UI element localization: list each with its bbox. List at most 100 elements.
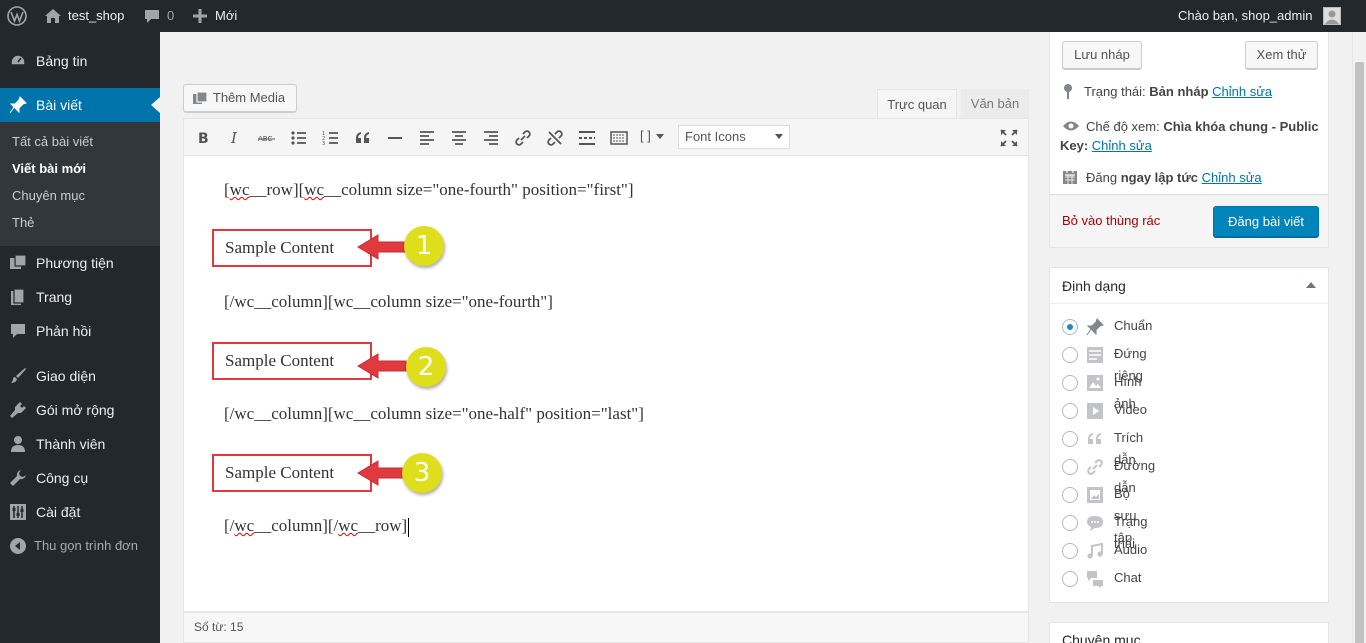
sidebar-item-plugins[interactable]: Gói mở rộng <box>0 393 160 427</box>
horizontal-line-icon[interactable] <box>386 129 404 147</box>
radio-button[interactable] <box>1062 403 1078 419</box>
collapse-toggle-icon[interactable] <box>1306 282 1316 288</box>
sidebar-item-pages[interactable]: Trang <box>0 280 160 314</box>
sample-text: Sample Content <box>225 351 335 370</box>
submenu-item-tags[interactable]: Thẻ <box>12 209 34 236</box>
collapse-arrow-icon <box>10 538 26 554</box>
comments-icon[interactable] <box>144 9 160 24</box>
blockquote-icon[interactable] <box>354 129 372 147</box>
chevron-down-icon <box>656 134 665 139</box>
add-media-icon <box>193 91 208 104</box>
sidebar-item-label: Phản hồi <box>36 323 92 339</box>
sidebar-item-appearance[interactable]: Giao diện <box>0 359 160 393</box>
categories-box-title: Chuyên mục <box>1062 632 1141 643</box>
shortcode-dropdown[interactable]: [ ] <box>640 128 665 143</box>
edit-status-link[interactable]: Chỉnh sửa <box>1212 84 1272 99</box>
toolbar-toggle-icon[interactable] <box>610 129 628 147</box>
remove-link-icon[interactable] <box>546 129 564 147</box>
tab-text[interactable]: Văn bản <box>961 89 1029 119</box>
visibility-value: Chìa khóa chung - Public <box>1163 119 1319 134</box>
read-more-icon[interactable] <box>578 129 596 147</box>
format-option-label: Chat <box>1114 570 1142 585</box>
radio-button[interactable] <box>1062 487 1078 503</box>
font-icons-select[interactable]: Font Icons <box>678 125 790 149</box>
sidebar-item-settings[interactable]: Cài đặt <box>0 495 160 529</box>
settings-sliders-icon <box>10 504 26 520</box>
fullscreen-icon[interactable] <box>1000 129 1018 147</box>
media-icon <box>10 254 27 269</box>
page-scrollbar[interactable] <box>1352 32 1366 643</box>
collapse-menu-button[interactable]: Thu gọn trình đơn <box>0 529 160 563</box>
move-to-trash-link[interactable]: Bỏ vào thùng rác <box>1062 213 1160 228</box>
add-media-button[interactable]: Thêm Media <box>183 84 297 112</box>
quote-icon <box>1088 433 1101 444</box>
tab-visual[interactable]: Trực quan <box>877 89 957 119</box>
wordpress-logo-icon[interactable] <box>7 6 27 26</box>
scrollbar-thumb[interactable] <box>1355 62 1364 643</box>
visibility-label: Chế độ xem: <box>1086 119 1164 134</box>
dashboard-gauge-icon <box>10 54 26 66</box>
avatar[interactable] <box>1323 7 1341 25</box>
strikethrough-icon[interactable]: ABC <box>258 129 276 147</box>
posts-submenu: Tất cả bài viết Viết bài mới Chuyên mục … <box>0 122 160 246</box>
radio-button[interactable] <box>1062 459 1078 475</box>
insert-link-icon[interactable] <box>514 129 532 147</box>
misspelled-word: wc <box>234 516 255 535</box>
highlighted-sample-content-2: Sample Content <box>212 342 372 380</box>
sidebar-item-users[interactable]: Thành viên <box>0 427 160 461</box>
red-arrow-icon <box>357 234 407 260</box>
align-center-icon[interactable] <box>450 129 468 147</box>
publish-button[interactable]: Đăng bài viết <box>1213 206 1319 237</box>
sidebar-item-label: Bài viết <box>36 97 82 113</box>
sidebar-item-comments[interactable]: Phản hồi <box>0 314 160 348</box>
highlighted-sample-content-1: Sample Content <box>212 229 372 267</box>
bulleted-list-icon[interactable] <box>290 129 308 147</box>
editor-status-bar: Số từ: 15 <box>183 612 1029 643</box>
bold-icon[interactable]: B <box>194 129 212 147</box>
radio-button[interactable] <box>1062 515 1078 531</box>
schedule-value: ngay lập tức <box>1120 170 1199 185</box>
edit-schedule-link[interactable]: Chỉnh sửa <box>1202 170 1262 185</box>
editor-content-area[interactable]: [wc__row][wc__column size="one-fourth" p… <box>183 156 1029 612</box>
site-name-link[interactable]: test_shop <box>68 0 124 32</box>
radio-button[interactable] <box>1062 431 1078 447</box>
plugin-plug-icon <box>10 402 26 418</box>
sidebar-item-dashboard[interactable]: Bảng tin <box>0 44 160 78</box>
wrench-icon <box>10 470 26 486</box>
misspelled-word: wc <box>229 180 250 199</box>
gallery-icon <box>1087 487 1103 503</box>
status-value: Bản nháp <box>1149 84 1209 99</box>
new-content-link[interactable]: Mới <box>215 0 237 32</box>
align-left-icon[interactable] <box>418 129 436 147</box>
visibility-value-cont: Key: <box>1060 138 1092 153</box>
align-right-icon[interactable] <box>482 129 500 147</box>
sidebar-item-media[interactable]: Phương tiện <box>0 246 160 280</box>
sidebar-item-label: Cài đặt <box>36 504 81 520</box>
image-icon <box>1087 375 1103 391</box>
editor-toolbar: B I ABC 123 [ ] Font Icons <box>183 118 1029 156</box>
submenu-item-add-new[interactable]: Viết bài mới <box>12 155 86 182</box>
submenu-item-categories[interactable]: Chuyên mục <box>12 182 85 209</box>
text-segment: [/ <box>224 516 235 535</box>
numbered-list-icon[interactable]: 123 <box>322 129 340 147</box>
text-cursor <box>408 517 410 537</box>
radio-button[interactable] <box>1062 375 1078 391</box>
callout-badge-2: 2 <box>406 347 446 387</box>
radio-button[interactable] <box>1062 347 1078 363</box>
save-draft-button[interactable]: Lưu nháp <box>1062 41 1142 69</box>
status-chat-bubble-icon <box>1087 516 1103 531</box>
account-greeting[interactable]: Chào bạn, shop_admin <box>1178 0 1312 32</box>
italic-icon[interactable]: I <box>226 129 244 147</box>
edit-visibility-link[interactable]: Chỉnh sửa <box>1092 138 1152 153</box>
chevron-down-icon <box>775 134 783 139</box>
preview-button[interactable]: Xem thử <box>1245 41 1318 69</box>
submenu-item-all-posts[interactable]: Tất cả bài viết <box>12 128 93 155</box>
radio-button[interactable] <box>1062 319 1078 335</box>
sample-text: Sample Content <box>225 463 335 482</box>
sidebar-item-tools[interactable]: Công cụ <box>0 461 160 495</box>
radio-button[interactable] <box>1062 571 1078 587</box>
format-box-header[interactable]: Định dạng <box>1050 268 1328 304</box>
comments-count: 0 <box>167 8 175 23</box>
sidebar-item-posts[interactable]: Bài viết <box>0 88 160 122</box>
radio-button[interactable] <box>1062 543 1078 559</box>
